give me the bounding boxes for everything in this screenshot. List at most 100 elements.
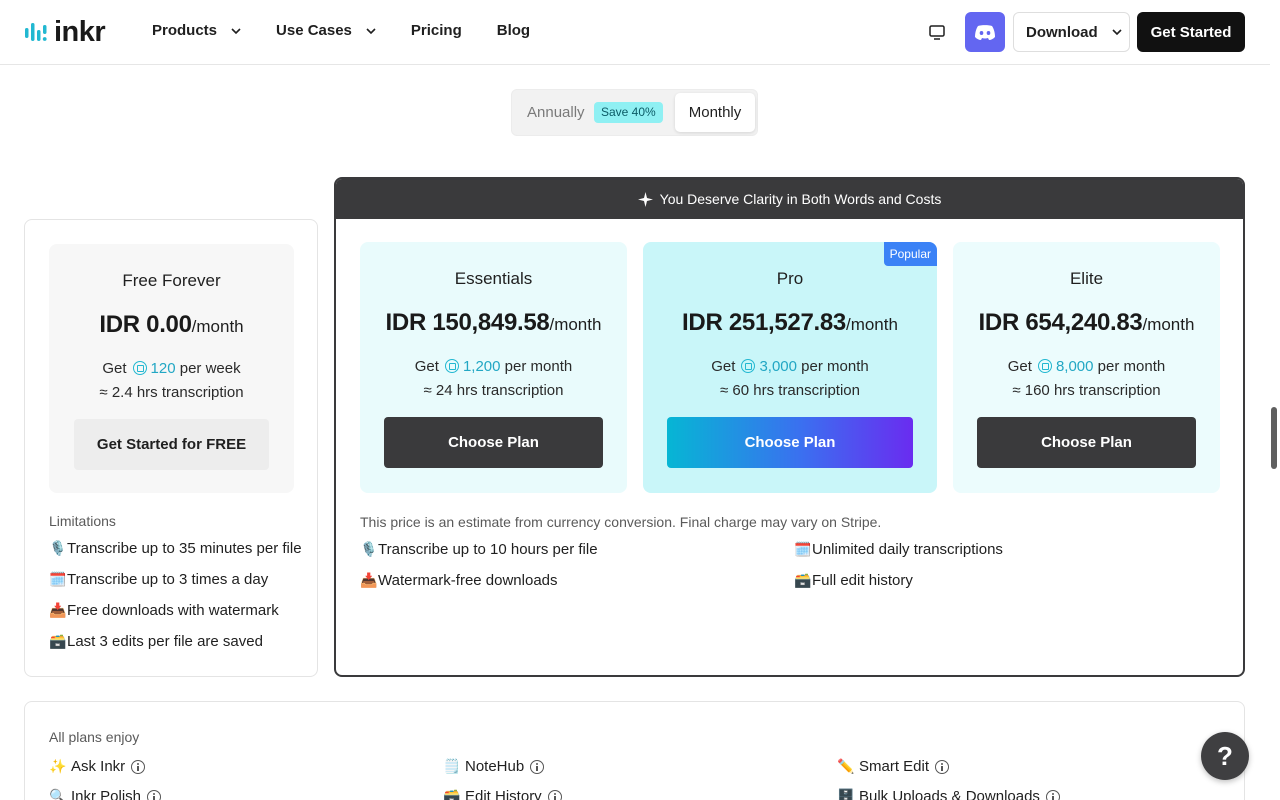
feature-text: Transcribe up to 3 times a day xyxy=(67,571,269,588)
paid-features-right: 🗓️ Unlimited daily transcriptions 🗃️ Full… xyxy=(794,534,1003,596)
all-plans-title: All plans enjoy xyxy=(49,729,140,745)
download-label: Download xyxy=(1026,23,1098,41)
logo-text: inkr xyxy=(54,15,106,48)
monthly-option[interactable]: Monthly xyxy=(675,93,755,132)
pro-plan-card: Popular Pro IDR 251,527.83/month Get 3,00… xyxy=(643,242,937,493)
nav-products-label: Products xyxy=(152,22,218,39)
microphone-icon: 🎙️ xyxy=(49,540,67,557)
choose-pro-button[interactable]: Choose Plan xyxy=(667,417,913,468)
card-file-box-icon: 🗃️ xyxy=(794,572,812,589)
info-icon[interactable] xyxy=(547,789,562,800)
paid-features-left: 🎙️ Transcribe up to 10 hours per file 📥 Wa… xyxy=(360,534,597,596)
credits-suffix: per month xyxy=(1097,358,1166,375)
credits-amount: 8,000 xyxy=(1055,358,1094,375)
chevron-down-icon xyxy=(1112,29,1122,36)
feature-text: Smart Edit xyxy=(859,758,930,775)
list-item: 📥 Free downloads with watermark xyxy=(49,595,302,626)
info-icon[interactable] xyxy=(530,759,545,774)
info-icon[interactable] xyxy=(131,759,146,774)
list-item: 🗃️ Last 3 edits per file are saved xyxy=(49,626,302,657)
choose-essentials-button[interactable]: Choose Plan xyxy=(384,417,603,468)
nav-blog[interactable]: Blog xyxy=(497,22,530,39)
annually-option[interactable]: Annually xyxy=(527,104,585,121)
list-item: 🎙️ Transcribe up to 35 minutes per file xyxy=(49,533,302,564)
info-icon[interactable] xyxy=(147,789,162,800)
card-file-box-icon: 🗃️ xyxy=(443,788,461,800)
list-item: 🗃️ Full edit history xyxy=(794,565,1003,596)
price-amount: IDR 0.00 xyxy=(99,311,192,338)
inkr-logo[interactable]: inkr xyxy=(24,15,106,48)
waveform-logo-icon xyxy=(25,23,47,41)
monitor-icon[interactable] xyxy=(928,23,946,41)
credits-amount: 3,000 xyxy=(759,358,797,375)
feature-text: Ask Inkr xyxy=(71,758,126,775)
credits-suffix: per month xyxy=(801,358,869,375)
pencil-icon: ✏️ xyxy=(837,758,855,775)
limitations-list: 🎙️ Transcribe up to 35 minutes per file 🗓… xyxy=(49,533,302,657)
list-item: 🎙️ Transcribe up to 10 hours per file xyxy=(360,534,597,565)
file-cabinet-icon: 🗄️ xyxy=(837,788,855,800)
plan-hours: ≈ 160 hrs transcription xyxy=(1012,382,1161,399)
credit-coin-icon xyxy=(1037,359,1052,373)
credits-prefix: Get xyxy=(414,358,439,375)
info-icon[interactable] xyxy=(1045,789,1060,800)
nav-products[interactable]: Products xyxy=(152,22,241,39)
plan-name: Elite xyxy=(1069,269,1104,288)
help-button[interactable]: ? xyxy=(1201,732,1249,780)
plan-price: IDR 251,527.83/month xyxy=(643,309,937,337)
nav-use-cases-label: Use Cases xyxy=(276,22,352,39)
credit-coin-icon xyxy=(444,359,459,373)
inbox-tray-icon: 📥 xyxy=(49,602,67,619)
price-amount: IDR 654,240.83 xyxy=(978,309,1143,336)
price-period: /month xyxy=(549,315,602,334)
credits-prefix: Get xyxy=(711,358,736,375)
page-scrollbar[interactable] xyxy=(1271,407,1277,469)
plan-credits: Get 1,200 per month xyxy=(360,358,627,375)
free-plan-panel: Free Forever IDR 0.00/month Get 120 per w… xyxy=(24,219,318,677)
price-amount: IDR 150,849.58 xyxy=(385,309,550,336)
feature-notehub: 🗒️ NoteHub xyxy=(443,758,545,775)
promo-banner: You Deserve Clarity in Both Words and Co… xyxy=(336,179,1243,219)
nav-use-cases[interactable]: Use Cases xyxy=(276,22,376,39)
plan-hours: ≈ 24 hrs transcription xyxy=(423,382,564,399)
discord-button[interactable] xyxy=(965,12,1005,52)
price-amount: IDR 251,527.83 xyxy=(682,309,846,336)
credit-coin-icon xyxy=(741,359,756,373)
sparkles-icon: ✨ xyxy=(49,758,67,775)
price-period: /month xyxy=(845,315,898,334)
feature-smart-edit: ✏️ Smart Edit xyxy=(837,758,950,775)
feature-text: Last 3 edits per file are saved xyxy=(67,633,263,650)
nav-pricing[interactable]: Pricing xyxy=(411,22,462,39)
plan-name: Essentials xyxy=(454,269,533,288)
credits-prefix: Get xyxy=(102,360,127,377)
calendar-icon: 🗓️ xyxy=(794,541,812,558)
feature-text: NoteHub xyxy=(465,758,525,775)
plan-credits: Get 3,000 per month xyxy=(643,358,937,375)
feature-text: Edit History xyxy=(465,788,542,800)
get-started-button[interactable]: Get Started xyxy=(1137,12,1245,52)
get-started-free-button[interactable]: Get Started for FREE xyxy=(74,419,269,470)
top-navbar: inkr Products Use Cases Pricing Blog Dow… xyxy=(0,0,1270,65)
feature-text: Inkr Polish xyxy=(71,788,142,800)
magnifier-icon: 🔍 xyxy=(49,788,67,800)
credits-prefix: Get xyxy=(1007,358,1032,375)
plan-credits: Get 8,000 per month xyxy=(953,358,1220,375)
price-period: /month xyxy=(191,317,244,336)
nav-blog-label: Blog xyxy=(496,22,531,39)
notepad-icon: 🗒️ xyxy=(443,758,461,775)
microphone-icon: 🎙️ xyxy=(360,541,378,558)
credits-amount: 1,200 xyxy=(462,358,501,375)
plan-name: Free Forever xyxy=(122,271,221,290)
feature-text: Transcribe up to 35 minutes per file xyxy=(67,540,302,557)
choose-elite-button[interactable]: Choose Plan xyxy=(977,417,1196,468)
popular-badge: Popular xyxy=(883,242,937,266)
free-plan-card: Free Forever IDR 0.00/month Get 120 per w… xyxy=(49,244,294,493)
info-icon[interactable] xyxy=(935,759,950,774)
limitations-title: Limitations xyxy=(49,513,116,529)
credit-coin-icon xyxy=(132,361,147,375)
download-dropdown[interactable]: Download xyxy=(1013,12,1130,52)
save-badge: Save 40% xyxy=(594,102,663,123)
feature-text: Unlimited daily transcriptions xyxy=(812,541,1003,558)
banner-text: You Deserve Clarity in Both Words and Co… xyxy=(659,191,942,207)
plan-price: IDR 0.00/month xyxy=(49,311,294,339)
